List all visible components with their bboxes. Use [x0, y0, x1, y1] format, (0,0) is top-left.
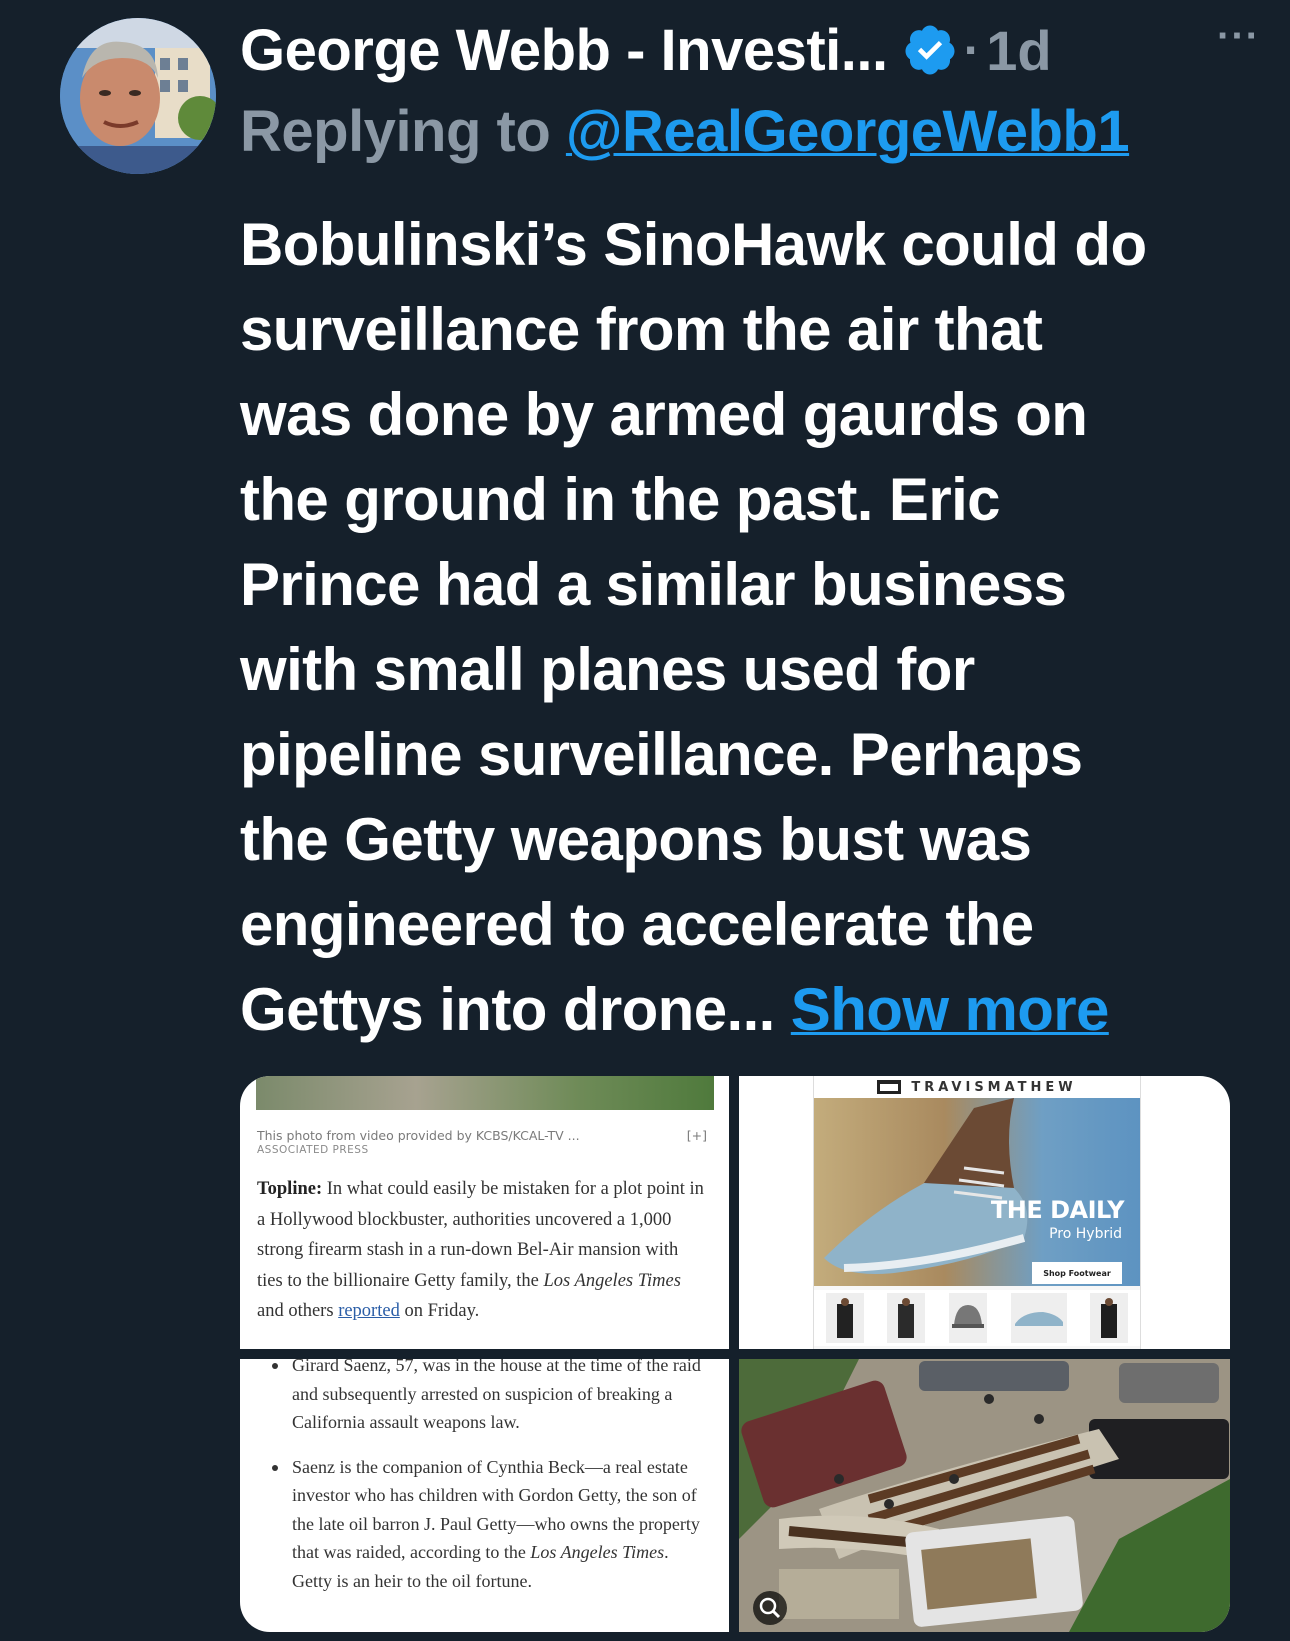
ad-hero-image: THE DAILY Pro Hybrid Shop Footwear: [814, 1098, 1140, 1286]
product-thumb-shirt: [887, 1293, 926, 1343]
shoe-image: [824, 1098, 1028, 1274]
ad-brand: TRAVISMATHEW: [814, 1076, 1140, 1098]
article-italic-source: Los Angeles Times: [543, 1270, 681, 1291]
media-image-article-topline[interactable]: This photo from video provided by KCBS/K…: [240, 1076, 729, 1349]
photo-caption: This photo from video provided by KCBS/K…: [257, 1128, 707, 1143]
avatar[interactable]: [60, 18, 216, 174]
more-options-icon[interactable]: ···: [1217, 14, 1260, 59]
caption-expand: [+]: [686, 1128, 707, 1143]
tweet-text-line: the Getty weapons bust was: [240, 806, 1032, 873]
zoom-lens-icon[interactable]: [753, 1591, 787, 1625]
author-name[interactable]: George Webb - Investi...: [240, 17, 888, 84]
tweet-text-line: was done by armed gaurds on: [240, 381, 1088, 448]
product-thumb-jacket: [1090, 1293, 1129, 1343]
article-bullet: Girard Saenz, 57, was in the house at th…: [270, 1359, 710, 1437]
reply-handle-link[interactable]: @RealGeorgeWebb1: [566, 99, 1130, 164]
reply-label: Replying to: [240, 99, 551, 164]
tweet-text-line: Prince had a similar business: [240, 551, 1067, 618]
tweet-header: George Webb - Investi... · 1d: [240, 10, 1260, 90]
caption-source: ASSOCIATED PRESS: [257, 1144, 369, 1156]
separator-dot: ·: [963, 22, 981, 78]
product-thumb-shoe: [1010, 1293, 1067, 1343]
topline-label: Topline:: [257, 1179, 323, 1199]
article-text-c: on Friday.: [404, 1301, 480, 1321]
product-thumb-shirt: [825, 1293, 864, 1343]
media-image-aerial-photo[interactable]: [739, 1359, 1230, 1632]
tweet-text-line-last: Gettys into drone... Show more: [240, 967, 1260, 1052]
bullet-text: Girard Saenz, 57, was in the house at th…: [292, 1359, 701, 1432]
article-bullet: Saenz is the companion of Cynthia Beck—a…: [270, 1453, 710, 1596]
verified-badge-icon: [905, 25, 955, 75]
ad-banner: TRAVISMATHEW THE DAILY Pro Hybrid Shop F…: [813, 1076, 1141, 1349]
bullet-italic-source: Los Angeles Times: [530, 1542, 665, 1562]
tweet-text-line: engineered to accelerate the: [240, 891, 1034, 958]
show-more-link[interactable]: Show more: [791, 976, 1110, 1043]
tweet-text-line: surveillance from the air that: [240, 296, 1043, 363]
tweet-text-line: the ground in the past. Eric: [240, 466, 1001, 533]
photo-caption-text: This photo from video provided by KCBS/K…: [257, 1128, 580, 1143]
tweet-text-line: Bobulinski’s SinoHawk could do: [240, 211, 1147, 278]
tweet-text-line: Gettys into drone...: [240, 976, 775, 1043]
media-image-ad[interactable]: TRAVISMATHEW THE DAILY Pro Hybrid Shop F…: [739, 1076, 1230, 1349]
media-grid: This photo from video provided by KCBS/K…: [240, 1076, 1230, 1632]
tweet-text-line: with small planes used for: [240, 636, 975, 703]
timestamp[interactable]: 1d: [986, 18, 1051, 83]
media-image-article-bullets[interactable]: Girard Saenz, 57, was in the house at th…: [240, 1359, 729, 1632]
aerial-photo: [739, 1359, 1230, 1632]
reply-context: Replying to @RealGeorgeWebb1: [240, 98, 1130, 165]
article-bullets: Girard Saenz, 57, was in the house at th…: [270, 1359, 710, 1611]
article-reported-link: reported: [338, 1301, 400, 1321]
shop-footwear-button: Shop Footwear: [1032, 1262, 1122, 1284]
brand-logo-icon: [877, 1080, 902, 1094]
article-photo-strip: [256, 1076, 714, 1110]
ad-product-thumbs: [814, 1290, 1140, 1346]
avatar-image: [60, 18, 216, 174]
ad-subhead: Pro Hybrid: [1049, 1226, 1122, 1242]
article-text-b: and others: [257, 1301, 334, 1321]
tweet-text: Bobulinski’s SinoHawk could do surveilla…: [240, 202, 1260, 1052]
ad-headline: THE DAILY: [990, 1196, 1125, 1224]
tweet-text-line: pipeline surveillance. Perhaps: [240, 721, 1083, 788]
article-text: Topline: In what could easily be mistake…: [257, 1174, 707, 1327]
product-thumb-cap: [948, 1293, 987, 1343]
ad-brand-name: TRAVISMATHEW: [911, 1079, 1077, 1095]
